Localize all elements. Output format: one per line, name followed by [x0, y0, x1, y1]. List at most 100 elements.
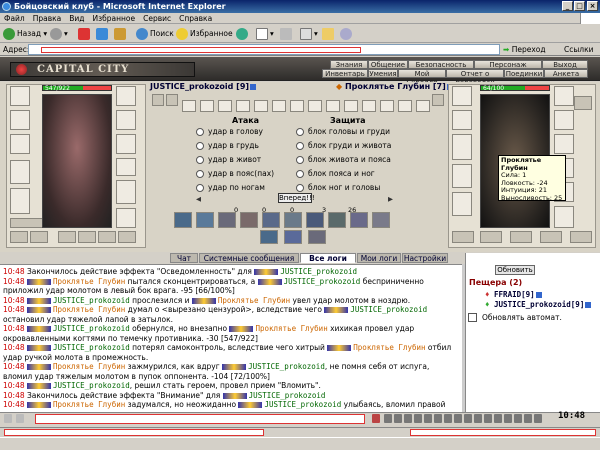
chat-timestamp[interactable]: 10:48	[3, 400, 27, 409]
player-name-link[interactable]: JUSTICE_prokozoid	[249, 391, 326, 400]
info-icon[interactable]	[535, 292, 542, 298]
player-name-link[interactable]: JUSTICE_prokozoid	[53, 381, 130, 390]
chat-timestamp[interactable]: 10:48	[3, 343, 27, 352]
forward-button[interactable]: ▾	[50, 27, 68, 41]
block-chest-stomach[interactable]: блок груди и живота	[296, 141, 391, 151]
player-slot-extra-3[interactable]	[58, 231, 76, 243]
toolbar-icon-9[interactable]	[464, 414, 472, 423]
nav-skills[interactable]: Умения	[368, 69, 398, 78]
enemy-slot-extra-6[interactable]	[570, 231, 592, 243]
chat-timestamp[interactable]: 10:48	[3, 296, 27, 305]
enemy-name-link[interactable]: Проклятье Глубин	[353, 343, 425, 352]
enemy-name-link[interactable]: Проклятье Глубин	[53, 362, 125, 371]
radio[interactable]	[296, 184, 304, 192]
enemy-slot-boots[interactable]	[554, 206, 574, 228]
menu-tools[interactable]: Сервис	[139, 13, 175, 24]
player-slot-ring[interactable]	[116, 158, 136, 176]
player-slot-extra-1[interactable]	[10, 231, 28, 243]
tab-settings[interactable]: Настройки	[402, 253, 448, 263]
send-icon[interactable]	[372, 414, 380, 423]
enemy-name-link[interactable]: Проклятье Глубин	[53, 400, 125, 409]
nav-inventory[interactable]: Инвентарь	[322, 69, 368, 78]
chat-timestamp[interactable]: 10:48	[3, 391, 27, 400]
close-button[interactable]: ×	[587, 1, 598, 11]
player-slot-extra-5[interactable]	[98, 231, 116, 243]
player-name-link[interactable]: JUSTICE_prokozoid	[53, 296, 130, 305]
skill-slot-2[interactable]	[196, 212, 214, 228]
skill-slot-11[interactable]	[260, 230, 278, 244]
radio[interactable]	[296, 156, 304, 164]
chat-timestamp[interactable]: 10:48	[3, 267, 27, 276]
effect-slot-3[interactable]	[182, 100, 196, 112]
tab-my-logs[interactable]: Мои логи	[357, 253, 401, 263]
player-list-item[interactable]: ♦ FFRAID[9]	[485, 290, 542, 299]
effect-slot-8[interactable]	[272, 100, 286, 112]
player-slot-gloves[interactable]	[116, 110, 136, 130]
enemy-slot-shield[interactable]	[554, 134, 574, 154]
radio[interactable]	[296, 142, 304, 150]
chat-timestamp[interactable]: 10:48	[3, 324, 27, 333]
chat-input[interactable]	[35, 414, 365, 424]
translit-icon[interactable]	[16, 414, 24, 423]
player-name-link[interactable]: JUSTICE_prokozoid	[53, 324, 130, 333]
effect-slot-12[interactable]	[344, 100, 358, 112]
stop-button[interactable]	[78, 27, 92, 41]
nav-profile[interactable]: Анкета	[544, 69, 588, 78]
player-name-link[interactable]: JUSTICE_prokozoid	[53, 343, 130, 352]
skill-slot-13[interactable]	[308, 230, 326, 244]
skill-slot-10[interactable]	[372, 212, 390, 228]
toolbar-icon-11[interactable]	[484, 414, 492, 423]
enemy-name[interactable]: ◆ Проклятье Глубин [7]	[336, 82, 453, 91]
player-name-link[interactable]: JUSTICE_prokozoid	[350, 305, 427, 314]
nav-scroll[interactable]: Мой Скроллп	[398, 69, 446, 87]
toolbar-icon-8[interactable]	[454, 414, 462, 423]
search-button[interactable]: Поиск	[136, 27, 174, 41]
messenger-button[interactable]	[340, 27, 354, 41]
effect-slot-2[interactable]	[166, 94, 178, 106]
nav-transfer-report[interactable]: Отчет о переводах	[446, 69, 504, 87]
favorites-button[interactable]: Избранное	[176, 27, 233, 41]
skill-slot-12[interactable]	[284, 230, 302, 244]
effect-slot-1[interactable]	[152, 94, 164, 106]
effect-slot-7[interactable]	[254, 100, 268, 112]
enemy-slot-helmet[interactable]	[452, 86, 472, 106]
enemy-slot-extra-3[interactable]	[480, 231, 502, 243]
skill-slot-6[interactable]	[284, 212, 302, 228]
enemy-slot-weapon[interactable]	[452, 134, 472, 160]
player-name[interactable]: JUSTICE_prokozoid [9]	[150, 82, 257, 91]
toolbar-icon-4[interactable]	[414, 414, 422, 423]
effect-slot-15[interactable]	[398, 100, 412, 112]
skill-slot-1[interactable]	[174, 212, 192, 228]
menu-file[interactable]: Файл	[0, 13, 29, 24]
effect-slot-4[interactable]	[200, 100, 214, 112]
refresh-list-button[interactable]: Обновить	[495, 265, 535, 275]
info-icon[interactable]	[585, 302, 592, 308]
enemy-name-link[interactable]: Проклятье Глубин	[255, 324, 327, 333]
player-slot-extra-6[interactable]	[118, 231, 136, 243]
enemy-slot-gloves[interactable]	[554, 110, 574, 130]
back-button[interactable]: Назад ▾	[3, 27, 47, 41]
player-slot-extra-4[interactable]	[78, 231, 96, 243]
toolbar-icon-2[interactable]	[394, 414, 402, 423]
radio[interactable]	[196, 156, 204, 164]
enemy-slot-extra-5[interactable]	[540, 231, 562, 243]
toolbar-icon-14[interactable]	[514, 414, 522, 423]
enemy-slot-amulet[interactable]	[452, 110, 472, 130]
effect-slot-17[interactable]	[432, 94, 444, 106]
player-slot-weapon[interactable]	[10, 134, 30, 154]
player-name-link[interactable]: JUSTICE_prokozoid	[264, 400, 341, 409]
nav-security[interactable]: Безопасность	[408, 60, 474, 69]
nav-exit[interactable]: Выход	[542, 60, 588, 69]
right-arrow-icon[interactable]: ▶	[388, 195, 393, 203]
block-legs-head[interactable]: блок ног и головы	[296, 183, 380, 193]
skill-slot-8[interactable]	[328, 212, 346, 228]
effect-slot-13[interactable]	[362, 100, 376, 112]
player-name-link[interactable]: JUSTICE_prokozoid	[280, 267, 357, 276]
skill-slot-7[interactable]	[306, 212, 324, 228]
refresh-button[interactable]	[96, 27, 110, 41]
effect-slot-11[interactable]	[326, 100, 340, 112]
toolbar-icon-5[interactable]	[424, 414, 432, 423]
toolbar-icon-7[interactable]	[444, 414, 452, 423]
menu-help[interactable]: Справка	[175, 13, 216, 24]
skill-slot-3[interactable]	[218, 212, 236, 228]
